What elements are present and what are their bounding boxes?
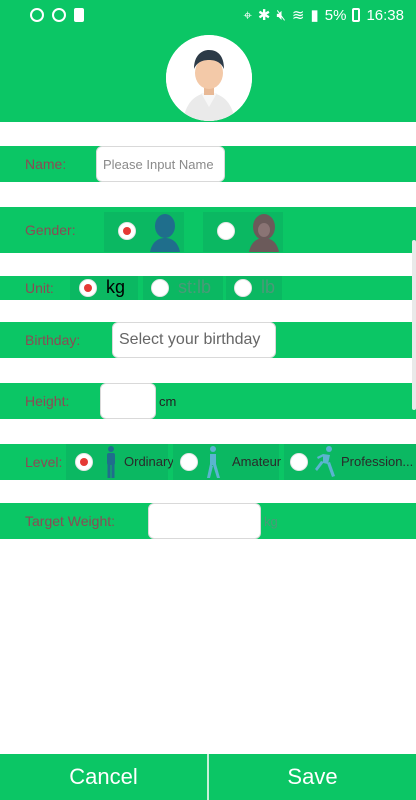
footer-bar: Cancel Save [0, 754, 416, 800]
birthday-picker[interactable]: Select your birthday [112, 322, 276, 358]
unit-label: Unit: [25, 280, 54, 296]
profile-header [0, 30, 416, 122]
level-ordinary-label: Ordinary [124, 454, 174, 469]
birthday-label: Birthday: [25, 332, 81, 348]
wifi-icon: ≋ [291, 7, 305, 24]
target-weight-input[interactable] [148, 503, 261, 539]
signal-icon: ▮ [310, 7, 319, 24]
level-amateur-label: Amateur [232, 454, 282, 469]
gender-label: Gender: [25, 222, 76, 238]
unit-lb-radio[interactable] [234, 279, 252, 297]
location-icon: ⌖ [243, 6, 252, 24]
unit-stlb-label: st:lb [178, 277, 212, 297]
name-placeholder: Please Input Name [103, 156, 214, 172]
level-ordinary-radio[interactable] [75, 453, 93, 471]
level-amateur-radio[interactable] [180, 453, 198, 471]
unit-row: Unit: kg st:lb lb [0, 276, 416, 300]
clipboard-icon [74, 8, 84, 22]
gender-female-option[interactable] [203, 212, 283, 252]
mute-icon: 🔇︎ [276, 6, 286, 24]
blocked-icon [52, 8, 66, 22]
level-professional-option[interactable]: Profession... [284, 444, 416, 480]
gender-male-option[interactable] [104, 212, 184, 252]
unit-kg-label: kg [106, 277, 126, 297]
walking-person-icon [207, 446, 220, 478]
battery-icon [352, 8, 361, 22]
status-bar: ⌖ ✱ 🔇︎ ≋ ▮ 5% 16:38 [0, 0, 416, 30]
birthday-row: Birthday: Select your birthday [0, 322, 416, 358]
avatar[interactable] [166, 35, 252, 121]
name-input[interactable]: Please Input Name [96, 146, 225, 182]
standing-person-icon [107, 446, 115, 478]
unit-kg-option[interactable]: kg [70, 276, 138, 300]
height-row: Height: cm [0, 383, 416, 419]
level-amateur-option[interactable]: Amateur [173, 444, 282, 480]
height-unit: cm [159, 394, 177, 409]
target-weight-label: Target Weight: [25, 513, 116, 529]
target-weight-row: Target Weight: kg [0, 503, 416, 539]
unit-stlb-radio[interactable] [151, 279, 169, 297]
battery-percent: 5% [324, 6, 347, 24]
female-user-icon [249, 214, 279, 252]
clock: 16:38 [366, 6, 404, 24]
height-input[interactable] [100, 383, 156, 419]
height-label: Height: [25, 393, 70, 409]
level-label: Level: [25, 454, 63, 470]
bluetooth-icon: ✱ [257, 7, 271, 24]
level-professional-radio[interactable] [290, 453, 308, 471]
cancel-button[interactable]: Cancel [0, 754, 207, 800]
birthday-placeholder: Select your birthday [119, 331, 261, 348]
save-button[interactable]: Save [209, 754, 416, 800]
user-avatar-icon [166, 35, 252, 121]
name-label: Name: [25, 156, 67, 172]
level-professional-label: Profession... [341, 454, 414, 469]
unit-kg-radio[interactable] [79, 279, 97, 297]
gender-female-radio[interactable] [217, 222, 235, 240]
gender-row: Gender: [0, 207, 416, 253]
scroll-indicator [412, 240, 416, 410]
target-weight-unit: kg [264, 514, 278, 529]
level-row: Level: Ordinary Amateur Profession... [0, 444, 416, 480]
unit-lb-label: lb [261, 277, 276, 297]
name-row: Name: Please Input Name [0, 146, 416, 182]
running-person-icon [315, 446, 335, 477]
unit-stlb-option[interactable]: st:lb [143, 276, 223, 300]
gender-male-radio[interactable] [118, 222, 136, 240]
unit-lb-option[interactable]: lb [226, 276, 282, 300]
account-icon [30, 8, 44, 22]
male-user-icon [150, 214, 180, 252]
level-ordinary-option[interactable]: Ordinary [66, 444, 174, 480]
